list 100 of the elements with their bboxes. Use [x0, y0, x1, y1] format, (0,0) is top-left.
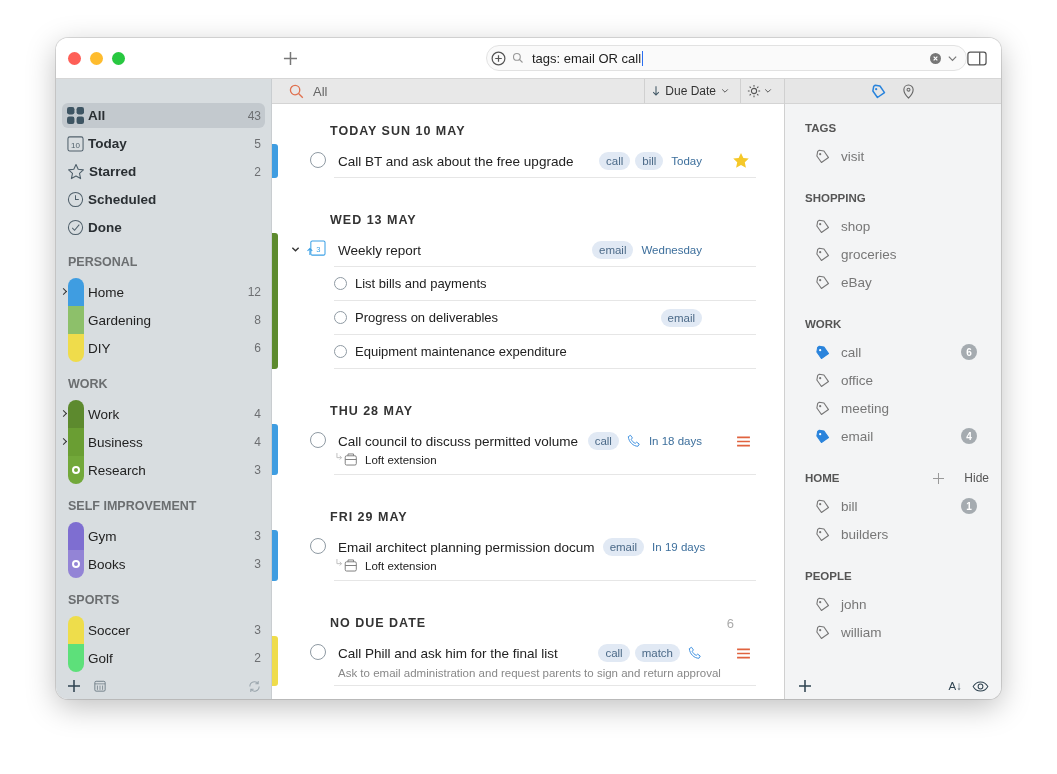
- list-item[interactable]: Golf 2: [62, 644, 265, 672]
- close-button[interactable]: [68, 51, 81, 65]
- tag-item[interactable]: eBay: [805, 268, 977, 296]
- task-title[interactable]: Weekly report: [338, 242, 422, 258]
- sidebar-toggle-icon[interactable]: [967, 50, 987, 66]
- list-item[interactable]: Work 4: [62, 400, 265, 428]
- tag-tab[interactable]: [871, 83, 886, 99]
- section-heading: THU 28 MAY: [330, 404, 414, 418]
- due-date: In 18 days: [648, 435, 702, 447]
- checkmark-circle-icon: [67, 219, 84, 236]
- tag-chip[interactable]: call: [587, 432, 619, 450]
- count-badge: 6: [961, 344, 977, 360]
- project-name: Loft extension: [365, 559, 437, 572]
- task-title[interactable]: Call BT and ask about the free upgrade: [338, 153, 574, 169]
- eye-icon[interactable]: [972, 680, 989, 692]
- group-heading: PEOPLE: [805, 570, 852, 582]
- tag-chip[interactable]: match: [634, 644, 680, 662]
- list-item[interactable]: Gym 3: [62, 522, 265, 550]
- list-item[interactable]: Gardening 8: [62, 306, 265, 334]
- list-item[interactable]: Business 4: [62, 428, 265, 456]
- section-heading: WED 13 MAY: [330, 213, 417, 227]
- group-heading: SPORTS: [67, 592, 121, 609]
- priority-icon[interactable]: [737, 647, 750, 659]
- tag-item[interactable]: meeting: [805, 394, 977, 422]
- tag-chip[interactable]: call: [599, 152, 631, 170]
- search-field[interactable]: tags: email OR call: [485, 45, 968, 71]
- subtask-title[interactable]: List bills and payments: [355, 276, 487, 291]
- add-icon[interactable]: [799, 680, 811, 692]
- add-icon[interactable]: [68, 680, 80, 692]
- add-icon[interactable]: [283, 50, 298, 66]
- tag-chip[interactable]: bill: [635, 152, 664, 170]
- group-heading: SHOPPING: [805, 192, 866, 204]
- chevron-down-icon[interactable]: [291, 245, 300, 254]
- priority-icon[interactable]: [737, 435, 750, 447]
- sidebar-item[interactable]: Scheduled: [62, 187, 265, 212]
- sidebar-item[interactable]: Starred 2: [62, 159, 265, 184]
- sun-icon: [747, 84, 761, 98]
- phone-icon[interactable]: [688, 646, 702, 660]
- chevron-down-icon: [764, 87, 772, 95]
- task-title[interactable]: Call council to discuss permitted volume: [338, 433, 579, 449]
- project-name: Loft extension: [365, 453, 437, 466]
- star-icon[interactable]: [732, 152, 750, 170]
- add-circle-icon[interactable]: [490, 50, 506, 66]
- sidebar-item[interactable]: Done: [62, 215, 265, 240]
- subtask-title[interactable]: Equipment maintenance expenditure: [355, 344, 567, 359]
- group-heading: PERSONAL: [67, 254, 139, 271]
- list-item[interactable]: Books 3: [62, 550, 265, 578]
- section-heading: TODAY SUN 10 MAY: [330, 124, 466, 138]
- project-icon: [336, 559, 360, 572]
- tag-chip[interactable]: email: [592, 241, 634, 259]
- list-item[interactable]: Soccer 3: [62, 616, 265, 644]
- subtask-title[interactable]: Progress on deliverables: [355, 310, 499, 325]
- group-heading: TAGS: [805, 122, 837, 134]
- due-date: Today: [671, 155, 702, 167]
- count-badge: 4: [961, 428, 977, 444]
- tag-item[interactable]: call 6: [805, 338, 977, 366]
- search-icon: [511, 52, 524, 64]
- tag-chip[interactable]: email: [660, 308, 702, 327]
- group-heading: WORK: [67, 376, 109, 393]
- clock-icon: [67, 191, 84, 208]
- tag-item[interactable]: email 4: [805, 422, 977, 450]
- due-date: Wednesday: [641, 244, 702, 256]
- section-heading: NO DUE DATE: [330, 616, 427, 630]
- tag-item[interactable]: visit: [805, 142, 977, 170]
- tag-chip[interactable]: email: [602, 538, 645, 556]
- calendar-icon[interactable]: [94, 680, 106, 692]
- phone-icon[interactable]: [626, 434, 641, 448]
- project-icon: [336, 453, 360, 466]
- tag-item[interactable]: bill 1: [805, 492, 977, 520]
- tag-item[interactable]: builders: [805, 520, 977, 548]
- hide-link[interactable]: Hide: [964, 471, 989, 485]
- tag-item[interactable]: john: [805, 590, 977, 618]
- list-item[interactable]: Home 12: [62, 278, 265, 306]
- tag-item[interactable]: william: [805, 618, 977, 646]
- zoom-button[interactable]: [112, 51, 125, 65]
- tag-chip[interactable]: call: [598, 644, 630, 662]
- sort-button[interactable]: A↓: [948, 680, 962, 692]
- group-heading: WORK: [805, 318, 842, 330]
- star-icon: [67, 162, 85, 181]
- list-item[interactable]: Research 3: [62, 456, 265, 484]
- task-title[interactable]: Email architect planning permission docum: [338, 539, 595, 555]
- search-icon: [289, 83, 304, 99]
- task-title[interactable]: Call Phill and ask him for the final list: [338, 645, 558, 661]
- sidebar-item[interactable]: All 43: [62, 103, 265, 128]
- tag-item[interactable]: groceries: [805, 240, 977, 268]
- task-note: Ask to email administration and request parents to sign and return approval: [337, 667, 722, 679]
- refresh-icon[interactable]: [248, 679, 261, 693]
- tag-item[interactable]: office: [805, 366, 977, 394]
- group-heading: SELF IMPROVEMENT: [67, 498, 198, 515]
- group-heading: HOME: [805, 472, 840, 484]
- clear-icon[interactable]: [930, 52, 942, 64]
- list-item[interactable]: DIY 6: [62, 334, 265, 362]
- count-badge: 1: [961, 498, 977, 514]
- sort-button[interactable]: Due Date: [650, 84, 731, 98]
- tag-item[interactable]: shop: [805, 212, 977, 240]
- minimize-button[interactable]: [90, 51, 103, 65]
- filter-label: All: [313, 83, 328, 99]
- grid-icon: [67, 107, 84, 124]
- location-tab[interactable]: [902, 83, 915, 99]
- section-heading: FRI 29 MAY: [330, 510, 408, 524]
